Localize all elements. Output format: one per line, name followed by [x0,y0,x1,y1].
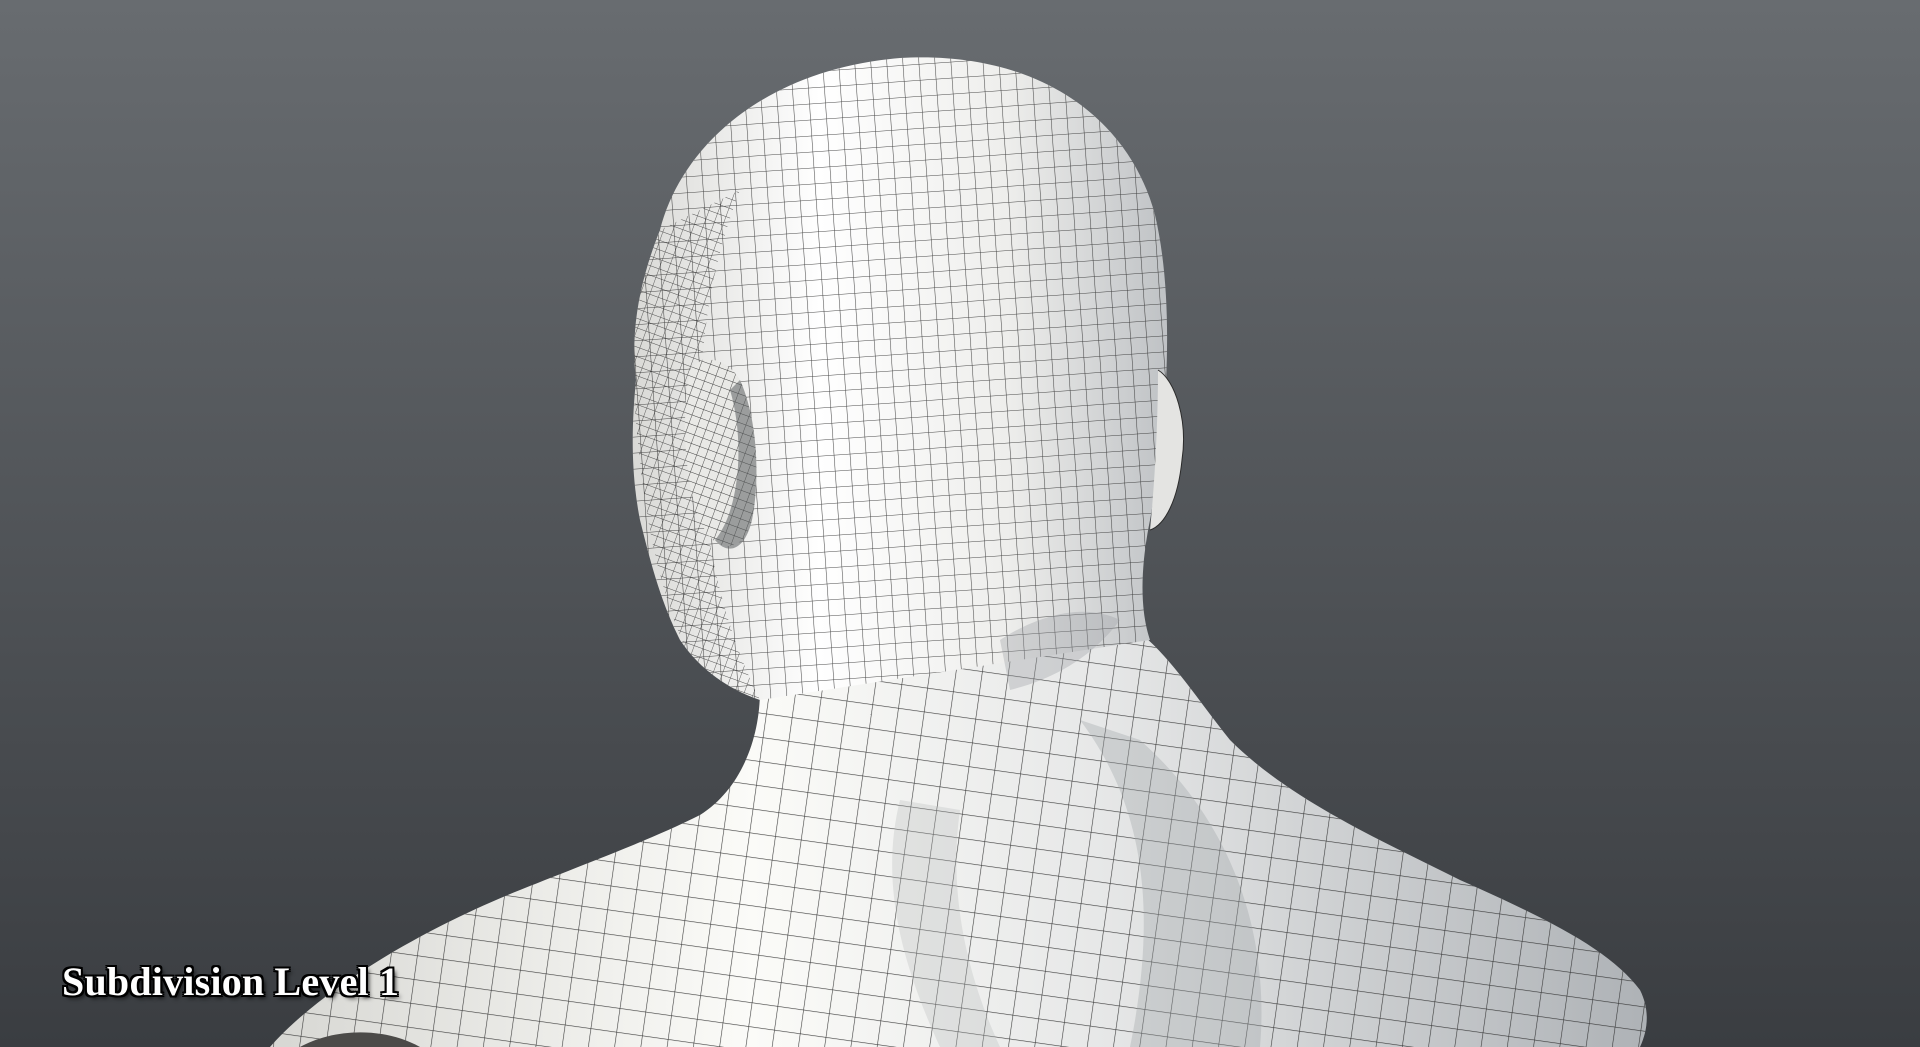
viewport-3d[interactable]: Subdivision Level 1 [0,0,1920,1047]
render-canvas [0,0,1920,1047]
subdivision-level-caption: Subdivision Level 1 [62,959,400,1004]
